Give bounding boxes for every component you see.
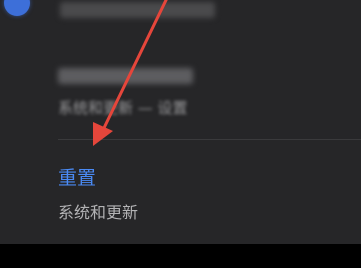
annotation-arrow-head	[93, 122, 113, 146]
blurred-item-title	[58, 68, 193, 84]
reset-item-subtitle: 系统和更新	[58, 203, 139, 222]
settings-icon	[4, 0, 30, 16]
bottom-bar	[0, 244, 361, 268]
annotation-arrow-icon	[93, 0, 168, 146]
blurred-item-title-top	[60, 2, 215, 18]
previous-item-subtitle: 系统和更新 — 设置	[58, 99, 188, 117]
divider	[58, 139, 361, 140]
settings-screen: 系统和更新 — 设置 重置 系统和更新	[0, 0, 361, 268]
reset-item-title: 重置	[58, 167, 97, 189]
